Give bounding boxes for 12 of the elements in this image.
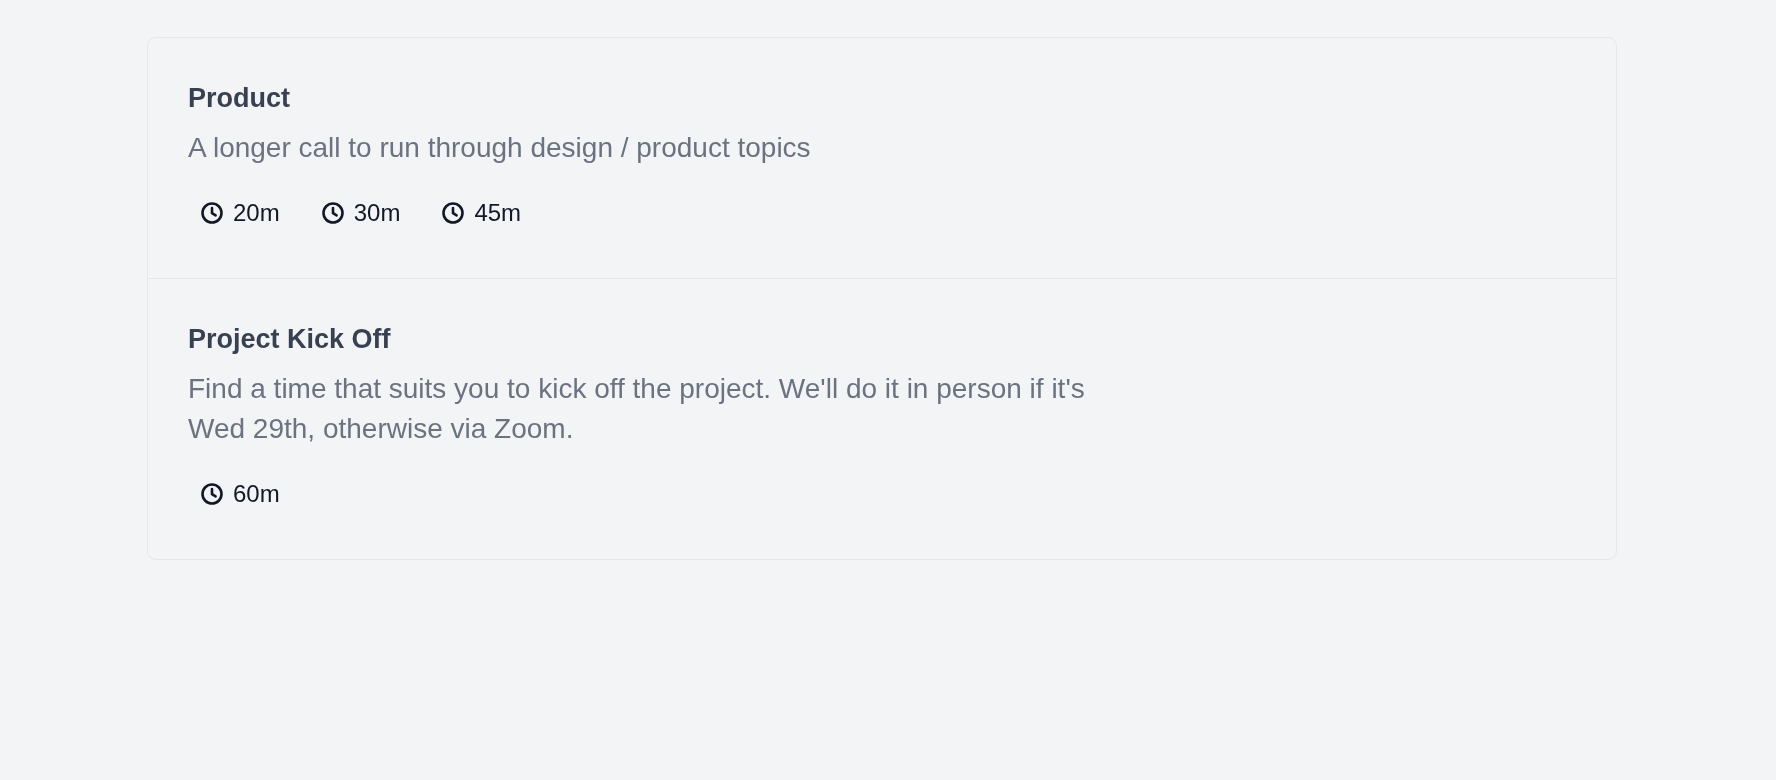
clock-icon [200,201,224,225]
event-title: Project Kick Off [188,323,391,356]
clock-icon [320,201,345,225]
duration-option[interactable]: 30m [308,189,413,237]
event-description: A longer call to run through design / product topics [188,131,811,165]
clock-icon [200,482,224,506]
clock-icon [441,201,466,225]
event-title: Product [188,82,290,115]
duration-option[interactable]: 60m [188,470,292,518]
event-description: Find a time that suits you to kick off the project. We'll do it in person if it's Wed 29th, otherwise via Zoom. [188,372,1086,446]
duration-option[interactable]: 20m [188,189,292,237]
duration-option[interactable]: 45m [429,189,534,237]
